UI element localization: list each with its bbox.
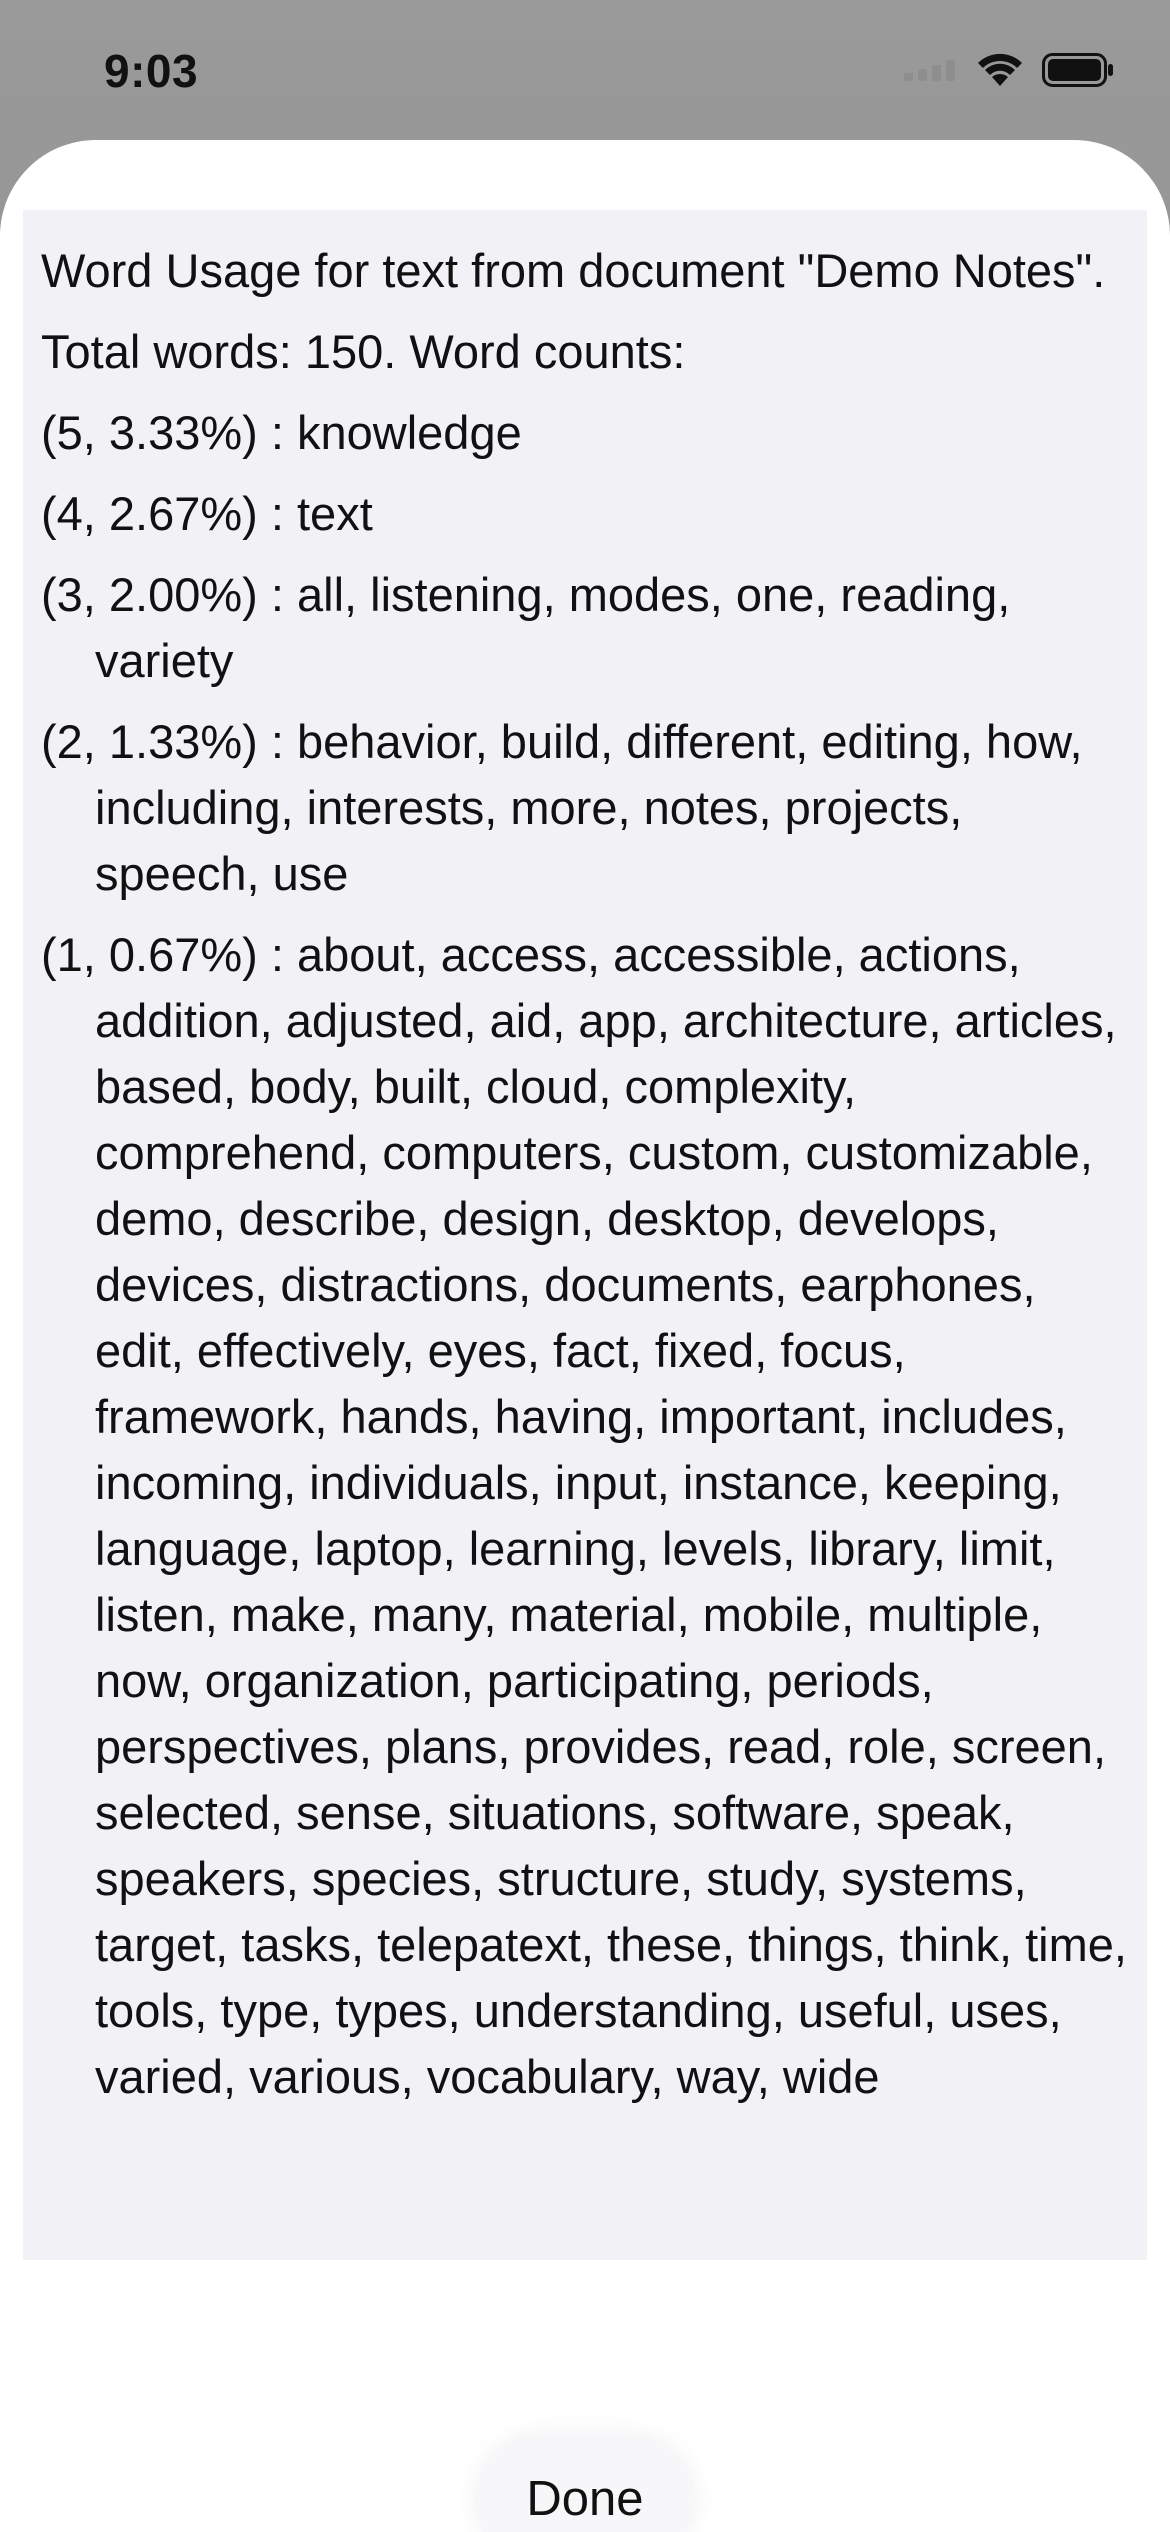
status-time: 9:03 [104, 45, 199, 97]
word-count-group: (4, 2.67%) : text [41, 487, 373, 540]
sheet-footer: Done [0, 2260, 1170, 2532]
wifi-icon [976, 52, 1024, 93]
word-usage-sheet: Word Usage for text from document "Demo … [0, 140, 1170, 2532]
report-title: Word Usage for text from document "Demo … [41, 244, 1106, 297]
cellular-signal-icon [904, 59, 958, 86]
word-usage-report: Word Usage for text from document "Demo … [23, 210, 1147, 2110]
battery-icon [1042, 53, 1114, 92]
status-bar: 9:03 [0, 0, 1170, 140]
word-count-group: (2, 1.33%) : behavior, build, different,… [41, 715, 1083, 900]
word-usage-text-view[interactable]: Word Usage for text from document "Demo … [23, 210, 1147, 2260]
word-count-group: (5, 3.33%) : knowledge [41, 406, 522, 459]
status-icons [904, 52, 1114, 93]
report-total: Total words: 150. Word counts: [41, 325, 686, 378]
word-count-group: (1, 0.67%) : about, access, accessible, … [41, 928, 1127, 2103]
word-count-group: (3, 2.00%) : all, listening, modes, one,… [41, 568, 1011, 687]
done-button[interactable]: Done [475, 2434, 695, 2532]
